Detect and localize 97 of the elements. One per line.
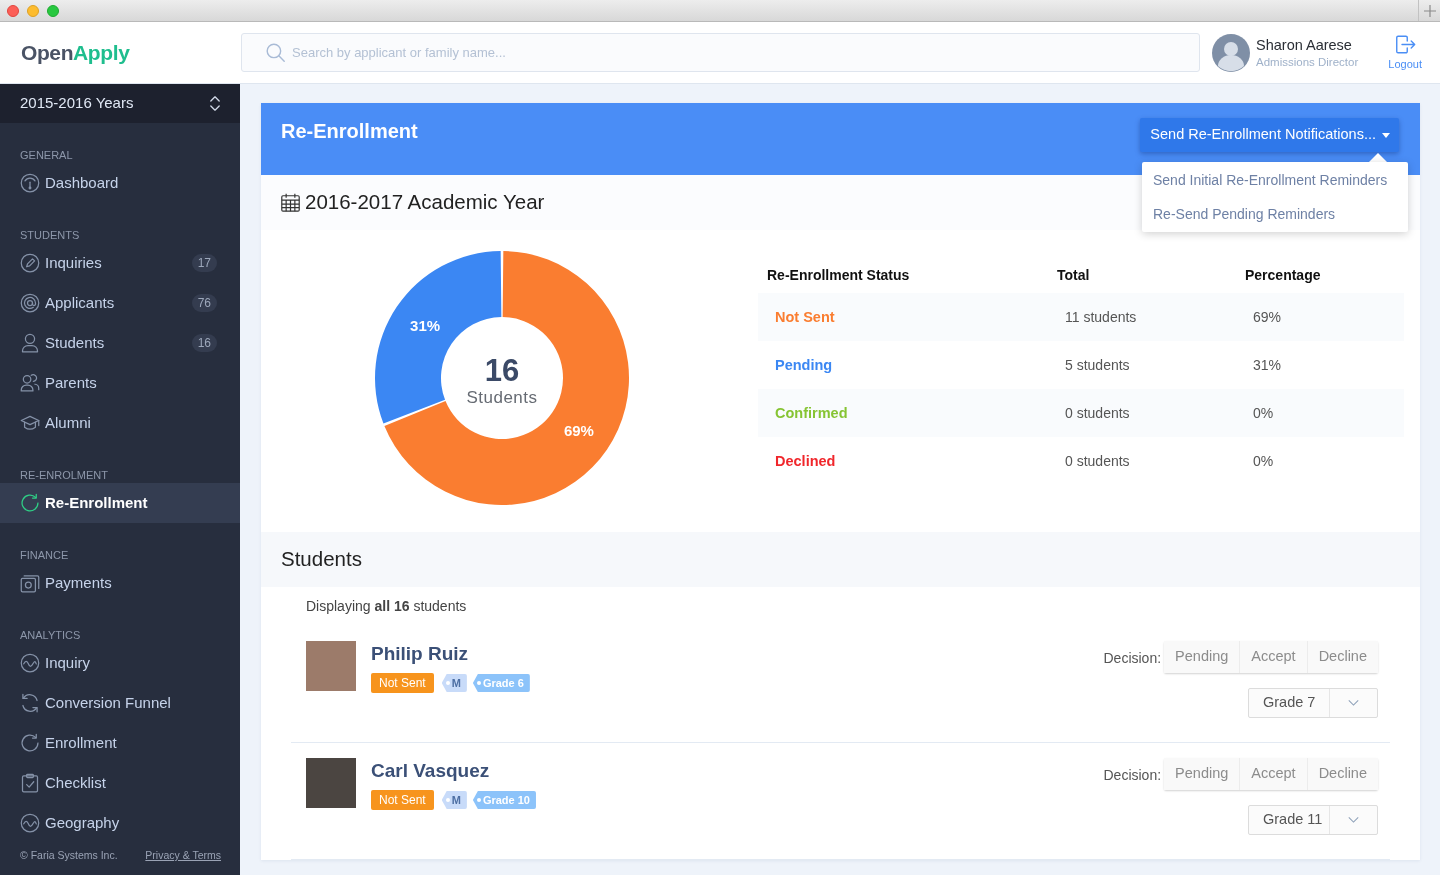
sidebar-item[interactable]: Parents xyxy=(0,363,240,403)
table-cell: 0% xyxy=(1253,453,1274,469)
tag-hole-icon xyxy=(476,798,481,802)
search-icon xyxy=(266,43,285,62)
notifications-dropdown-button[interactable]: Send Re-Enrollment Notifications... xyxy=(1140,118,1399,152)
section-label: STUDENTS xyxy=(20,229,80,241)
pencil-circle-icon xyxy=(20,253,40,273)
sidebar-item[interactable]: Re-Enrollment xyxy=(0,483,240,523)
user-role: Admissions Director xyxy=(1256,54,1359,70)
year-selector[interactable]: 2015-2016 Years xyxy=(0,84,240,123)
tag-hole-icon xyxy=(445,798,450,802)
sidebar-item[interactable]: Inquiries 17 xyxy=(0,243,240,283)
sidebar-item[interactable]: Dashboard xyxy=(0,163,240,203)
academic-year-heading: 2016-2017 Academic Year xyxy=(305,189,545,216)
sidebar-item[interactable]: Students 16 xyxy=(0,323,240,363)
section-label: ANALYTICS xyxy=(20,629,81,641)
tag: M xyxy=(441,674,467,692)
status-badge: Not Sent xyxy=(371,790,434,810)
column-header: Total xyxy=(1056,265,1091,285)
window-zoom-icon[interactable] xyxy=(47,4,59,17)
count-badge: 16 xyxy=(191,334,217,352)
tag: Grade 6 xyxy=(472,674,530,692)
status-label: Pending xyxy=(775,357,833,373)
chevron-down-icon xyxy=(1348,700,1359,706)
person-icon xyxy=(20,333,40,353)
center-label: Students xyxy=(466,388,538,408)
people-icon xyxy=(20,373,40,393)
window-minimize-icon[interactable] xyxy=(27,4,39,17)
sidebar-item[interactable]: Alumni xyxy=(0,403,240,443)
table-cell: 0% xyxy=(1253,405,1274,421)
status-label: Confirmed xyxy=(775,405,848,421)
menu-item[interactable]: Send Initial Re-Enrollment Reminders xyxy=(1142,163,1408,197)
table-cell: 31% xyxy=(1253,357,1282,373)
privacy-terms-link[interactable]: Privacy & Terms xyxy=(145,848,221,862)
table-cell: 0 students xyxy=(1065,453,1130,469)
photo-placeholder xyxy=(306,758,356,808)
table-cell: 69% xyxy=(1253,309,1282,325)
tag: Grade 10 xyxy=(472,791,536,809)
user-name: Sharon Aarese xyxy=(1256,35,1353,54)
sync-icon xyxy=(20,693,40,713)
sidebar-item[interactable]: Enrollment xyxy=(0,723,240,763)
refresh-icon xyxy=(20,493,40,513)
window-close-icon[interactable] xyxy=(7,4,19,17)
search-field[interactable]: Search by applicant or family name... xyxy=(241,33,1200,72)
student-name[interactable]: Carl Vasquez xyxy=(371,758,536,784)
status-label: Declined xyxy=(775,453,836,469)
tag-hole-icon xyxy=(445,681,450,685)
center-value: 16 xyxy=(484,354,520,388)
gauge-icon xyxy=(20,173,40,193)
decision-label: Decision: xyxy=(1103,649,1162,668)
at-sign-icon xyxy=(20,293,40,313)
photo-stack-icon xyxy=(20,573,40,593)
section-label: FINANCE xyxy=(20,549,69,561)
logout-icon xyxy=(1394,34,1416,55)
count-badge: 17 xyxy=(191,254,217,272)
wave-circle-icon xyxy=(20,653,40,673)
students-heading: Students xyxy=(281,546,362,573)
section-label: RE-ENROLMENT xyxy=(20,469,108,481)
sidebar-item[interactable]: Payments xyxy=(0,563,240,603)
sidebar-item[interactable]: Inquiry xyxy=(0,643,240,683)
column-header: Re-Enrollment Status xyxy=(766,265,911,285)
caret-down-icon xyxy=(1382,132,1390,138)
student-name[interactable]: Philip Ruiz xyxy=(371,641,530,667)
tag: M xyxy=(441,791,467,809)
table-cell: 11 students xyxy=(1065,309,1137,325)
calendar-icon xyxy=(281,193,300,212)
copyright-text: © Faria Systems Inc. xyxy=(20,848,118,862)
avatar-icon xyxy=(1212,33,1250,72)
sidebar-item[interactable]: Geography xyxy=(0,803,240,843)
table-cell: 5 students xyxy=(1065,357,1130,373)
sidebar-item[interactable]: Checklist xyxy=(0,763,240,803)
chevrons-up-down-icon xyxy=(210,96,220,111)
clipboard-check-icon xyxy=(20,773,40,793)
section-label: GENERAL xyxy=(20,149,73,161)
slice-label: 31% xyxy=(410,317,441,335)
slice-label: 69% xyxy=(563,421,594,439)
photo-placeholder xyxy=(306,641,356,691)
tag-hole-icon xyxy=(476,681,481,685)
wave-circle-icon xyxy=(20,813,40,833)
menu-item[interactable]: Re-Send Pending Reminders xyxy=(1142,197,1408,231)
grade-select[interactable]: Grade 7 xyxy=(1248,688,1378,718)
page-title: Re-Enrollment xyxy=(281,119,418,144)
table-cell: 0 students xyxy=(1065,405,1130,421)
count-badge: 76 xyxy=(191,294,217,312)
refresh-icon xyxy=(20,733,40,753)
decision-label: Decision: xyxy=(1103,766,1162,785)
students-summary: Displaying all 16 students xyxy=(306,597,467,616)
plus-icon xyxy=(1423,4,1436,17)
app-logo[interactable]: OpenApply xyxy=(21,40,130,64)
status-label: Not Sent xyxy=(775,309,835,325)
sidebar-item[interactable]: Conversion Funnel xyxy=(0,683,240,723)
grade-select[interactable]: Grade 11 xyxy=(1248,805,1378,835)
column-header: Percentage xyxy=(1244,265,1322,285)
chevron-down-icon xyxy=(1348,817,1359,823)
sidebar-item[interactable]: Applicants 76 xyxy=(0,283,240,323)
status-badge: Not Sent xyxy=(371,673,434,693)
graduation-cap-icon xyxy=(20,413,40,433)
